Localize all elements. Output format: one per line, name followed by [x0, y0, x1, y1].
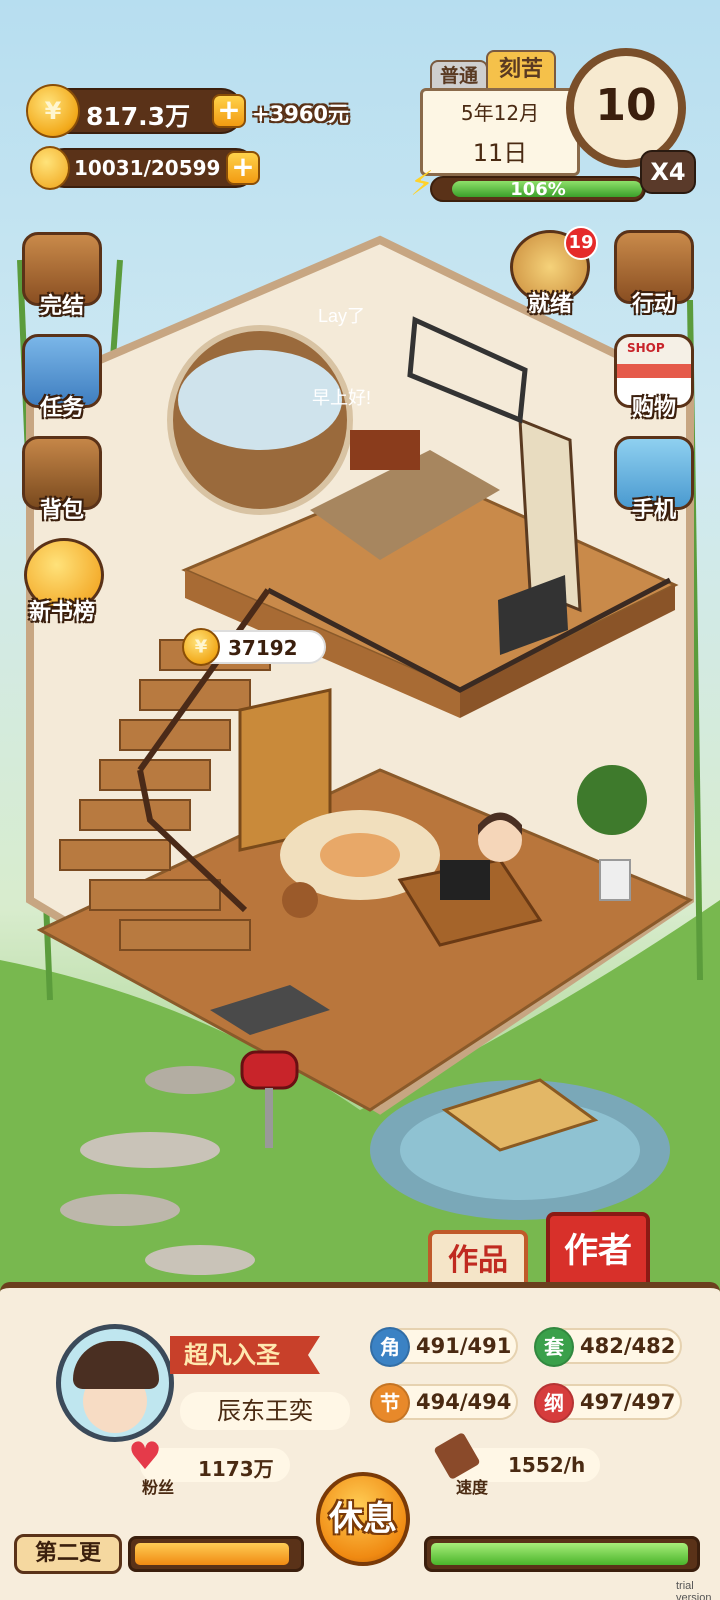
menu-shop[interactable]: SHOP 购物	[610, 334, 698, 422]
stat-routine: 套 482/482	[534, 1327, 682, 1367]
author-name: 辰东王奕	[180, 1392, 350, 1430]
routine-icon: 套	[534, 1327, 574, 1367]
lightbulb-icon	[30, 146, 70, 190]
menu-action[interactable]: 行动	[610, 230, 698, 318]
menu-backpack-label: 背包	[39, 498, 84, 523]
energy-amount: 10031/20599	[74, 156, 221, 180]
coin-bubble-amount: 37192	[228, 636, 298, 660]
menu-tasks-label: 任务	[39, 396, 84, 421]
stat-outline-value: 497/497	[580, 1390, 676, 1414]
tab-author[interactable]: 作者	[546, 1212, 650, 1290]
stat-pacing-value: 494/494	[416, 1390, 512, 1414]
writing-progress-bar	[424, 1536, 700, 1572]
stat-routine-value: 482/482	[580, 1334, 676, 1358]
chapter-label: 第二更	[14, 1534, 122, 1574]
avatar[interactable]	[56, 1324, 174, 1442]
menu-new-book-ranking-label: 新书榜	[28, 600, 95, 625]
ready-count-badge: 19	[564, 226, 598, 260]
floating-text-2: 早上好!	[312, 388, 372, 408]
menu-backpack[interactable]: 背包	[18, 436, 106, 524]
coin-collect-bubble[interactable]: 37192	[182, 628, 326, 666]
shop-sign: SHOP	[627, 341, 665, 355]
menu-phone[interactable]: 手机	[610, 436, 698, 524]
chapter-progress-fill	[135, 1543, 289, 1565]
writing-progress-fill	[431, 1543, 688, 1565]
rank-title: 超凡入圣	[170, 1336, 320, 1374]
game-scene: 817.3万 + +3960元 10031/20599 + 普通 刻苦 5年12…	[0, 0, 720, 1300]
date-year-month: 5年12月	[460, 101, 540, 125]
date-day: 11日	[472, 139, 528, 167]
stat-role: 角 491/491	[370, 1327, 518, 1367]
stat-outline: 纲 497/497	[534, 1383, 682, 1423]
energy-counter: 10031/20599	[44, 148, 256, 188]
watermark: trial version	[676, 1580, 712, 1600]
menu-ready-label: 就绪	[527, 292, 572, 317]
lightning-icon: ⚡	[410, 164, 434, 204]
coin-icon	[26, 84, 80, 138]
date-card: 5年12月 11日	[420, 88, 580, 176]
rest-button[interactable]: 休息	[316, 1472, 410, 1566]
add-coins-button[interactable]: +	[212, 94, 246, 128]
coin-amount: 817.3万	[86, 102, 191, 131]
tab-works[interactable]: 作品	[428, 1230, 528, 1290]
fans-value: 1173万	[198, 1457, 274, 1481]
outline-icon: 纲	[534, 1383, 574, 1423]
menu-shop-label: 购物	[631, 396, 676, 421]
add-energy-button[interactable]: +	[226, 151, 260, 185]
pacing-icon: 节	[370, 1383, 410, 1423]
menu-action-label: 行动	[631, 292, 676, 317]
heart-icon: ♥	[128, 1434, 163, 1478]
fans-label: 粉丝	[142, 1478, 175, 1497]
role-icon: 角	[370, 1327, 410, 1367]
menu-tasks[interactable]: 任务	[18, 334, 106, 422]
coin-icon	[182, 628, 220, 666]
floating-text-1: Lay了	[318, 306, 366, 326]
menu-completed-label: 完结	[39, 294, 84, 319]
chapter-progress-bar	[128, 1536, 304, 1572]
menu-new-book-ranking[interactable]: 新书榜	[12, 538, 112, 626]
avatar-hair	[73, 1341, 159, 1389]
day-progress-bar: 106%	[430, 176, 646, 202]
speed-label: 速度	[456, 1478, 489, 1497]
stat-pacing: 节 494/494	[370, 1383, 518, 1423]
tab-hard-mode[interactable]: 刻苦	[486, 50, 556, 90]
clock-value: 10	[595, 80, 657, 131]
day-progress-label: 106%	[510, 179, 566, 200]
coin-income: +3960元	[252, 102, 350, 126]
speed-value: 1552/h	[508, 1453, 586, 1477]
author-panel: 超凡入圣 辰东王奕 角 491/491 套 482/482 节 494/494 …	[0, 1282, 720, 1600]
menu-completed[interactable]: 完结	[18, 232, 106, 320]
menu-phone-label: 手机	[631, 498, 676, 523]
speed-multiplier-button[interactable]: X4	[640, 150, 696, 194]
stat-role-value: 491/491	[416, 1334, 512, 1358]
